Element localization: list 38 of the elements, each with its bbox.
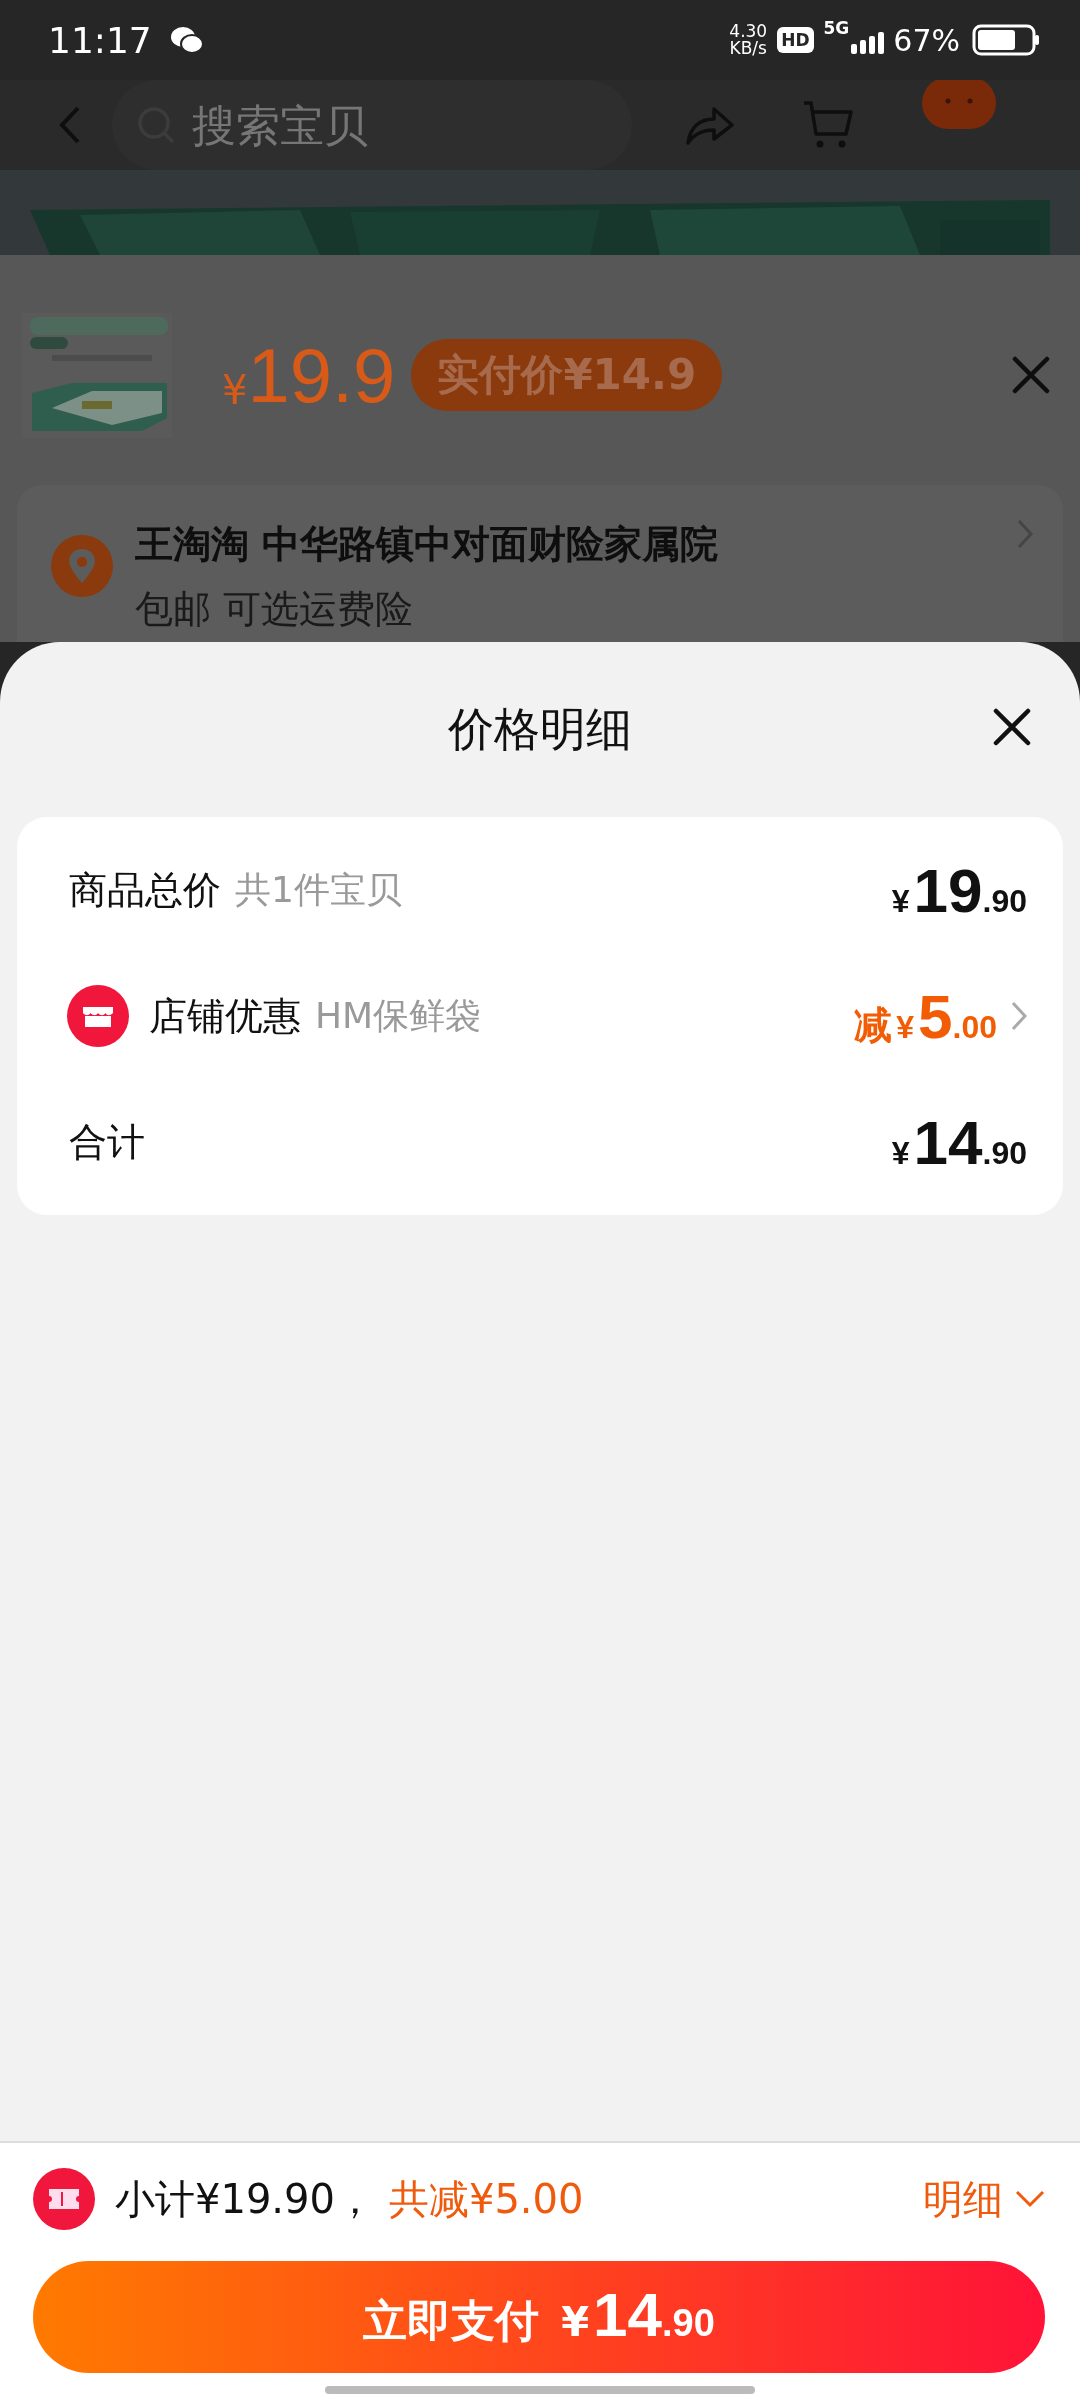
chat-app-icon (169, 25, 204, 55)
address-card[interactable]: 王淘淘 中华路镇中对面财险家属院 包邮 可选运费险 (17, 485, 1063, 642)
price-amount: ¥19.90 (891, 854, 1027, 926)
chevron-down-icon (1015, 2190, 1045, 2208)
chevron-right-icon (1011, 1001, 1027, 1031)
details-toggle[interactable]: 明细 (923, 2171, 1045, 2227)
home-indicator[interactable] (325, 2386, 755, 2394)
address-name: 王淘淘 中华路镇中对面财险家属院 (135, 521, 720, 568)
chevron-right-icon (1017, 519, 1033, 549)
pay-price-badge: 实付价¥14.9 (411, 339, 723, 411)
shipping-info: 包邮 可选运费险 (135, 586, 415, 633)
close-icon[interactable] (992, 707, 1032, 747)
price-label: 合计 (69, 1118, 145, 1166)
network-speed: 4.30 (729, 23, 768, 40)
search-field[interactable]: 搜索宝贝 (112, 80, 632, 170)
battery-percent: 67% (893, 22, 960, 58)
currency-symbol: ¥ (222, 367, 248, 413)
battery-icon (972, 24, 1040, 56)
network-speed-unit: KB/s (729, 40, 767, 57)
price-label: 商品总价 (69, 866, 221, 914)
price-amount: ¥14.90 (891, 1106, 1027, 1178)
sheet-title: 价格明细 (448, 700, 632, 758)
price-amount: 减¥5.00 (854, 980, 997, 1052)
price-label: 店铺优惠 (149, 992, 301, 1040)
pay-button[interactable]: 立即支付 ¥14.90 (33, 2261, 1045, 2373)
total-discount: 共减¥5.00 (388, 2174, 584, 2224)
price-note: HM保鲜袋 (315, 993, 482, 1038)
location-pin-icon (51, 535, 113, 597)
shop-icon (67, 985, 129, 1047)
product-price: 19.9 (247, 331, 396, 419)
price-note: 共1件宝贝 (235, 867, 402, 912)
hd-badge: HD (777, 27, 814, 53)
network-type: 5G (823, 18, 850, 38)
cart-icon[interactable] (802, 100, 854, 150)
back-icon[interactable] (58, 105, 82, 145)
coupon-icon (33, 2168, 95, 2230)
subtotal-text: 小计¥19.90， (115, 2174, 375, 2224)
clock-time: 11:17 (48, 19, 152, 61)
